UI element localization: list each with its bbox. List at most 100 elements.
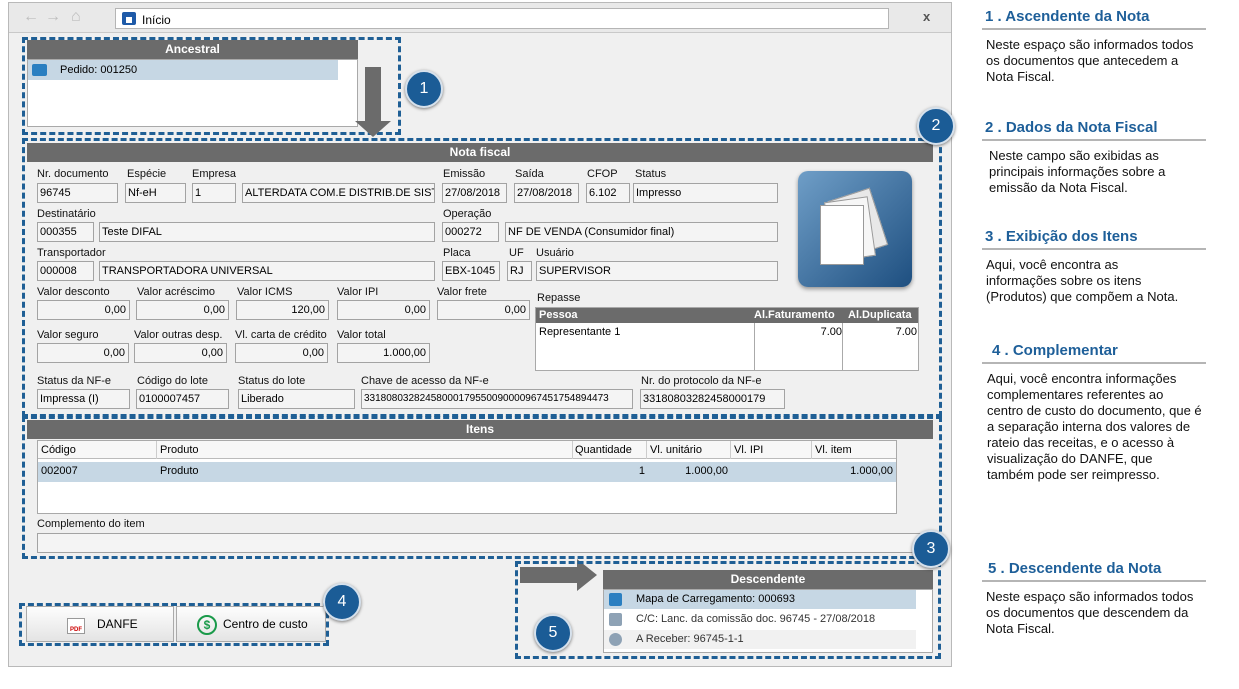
destinatario-code-field[interactable]: 000355 (37, 222, 94, 242)
valor-frete-field[interactable]: 0,00 (437, 300, 530, 320)
label-status-nfe: Status da NF-e (37, 375, 111, 387)
itens-col-vl-ipi: Vl. IPI (734, 444, 764, 456)
label-uf: UF (509, 247, 524, 259)
badge-5: 5 (534, 614, 572, 652)
danfe-button-label: DANFE (97, 617, 138, 631)
label-valor-ipi: Valor IPI (337, 286, 379, 298)
itens-col-quantidade: Quantidade (575, 444, 632, 456)
destinatario-name-field[interactable]: Teste DIFAL (99, 222, 435, 242)
codigo-lote-field[interactable]: 0100007457 (136, 389, 229, 409)
emissao-field[interactable]: 27/08/2018 (442, 183, 507, 203)
highlight-1 (22, 37, 401, 135)
label-protocolo: Nr. do protocolo da NF-e (641, 375, 762, 387)
status-lote-field[interactable]: Liberado (238, 389, 355, 409)
label-valor-seguro: Valor seguro (37, 329, 99, 341)
danfe-button[interactable]: PDF DANFE (26, 606, 174, 642)
label-nr-documento: Nr. documento (37, 168, 109, 180)
vl-carta-field[interactable]: 0,00 (235, 343, 328, 363)
valor-icms-field[interactable]: 120,00 (236, 300, 329, 320)
help-text-4: Aqui, você encontra informações compleme… (987, 371, 1202, 482)
valor-ipi-field[interactable]: 0,00 (337, 300, 430, 320)
cfop-field[interactable]: 6.102 (586, 183, 630, 203)
empresa-name-field[interactable]: ALTERDATA COM.E DISTRIB.DE SIST (242, 183, 435, 203)
home-icon[interactable]: ⌂ (71, 9, 81, 25)
usuario-field[interactable]: SUPERVISOR (536, 261, 778, 281)
transportador-name-field[interactable]: TRANSPORTADORA UNIVERSAL (99, 261, 435, 281)
chave-field[interactable]: 3318080328245800017955009000096745175489… (361, 389, 633, 409)
help-title-3: 3 . Exibição dos Itens (985, 228, 1138, 245)
item-quantidade-cell: 1 (638, 465, 645, 477)
badge-1: 1 (405, 70, 443, 108)
dollar-icon: $ (197, 615, 217, 635)
uf-field[interactable]: RJ (507, 261, 532, 281)
label-empresa: Empresa (192, 168, 237, 180)
item-codigo-cell: 002007 (41, 465, 78, 477)
status-field[interactable]: Impresso (633, 183, 778, 203)
label-valor-total: Valor total (337, 329, 386, 341)
valor-outras-field[interactable]: 0,00 (134, 343, 227, 363)
label-complemento: Complemento do item (37, 518, 145, 530)
help-text-5: Neste espaço são informados todos os doc… (986, 589, 1194, 636)
label-usuario: Usuário (536, 247, 574, 259)
valor-desconto-field[interactable]: 0,00 (37, 300, 130, 320)
label-chave: Chave de acesso da NF-e (361, 375, 489, 387)
label-destinatario: Destinatário (37, 208, 96, 220)
itens-col-vl-item: Vl. item (815, 444, 852, 456)
help-title-4: 4 . Complementar (992, 342, 1118, 359)
badge-3: 3 (912, 530, 950, 568)
saida-field[interactable]: 27/08/2018 (514, 183, 579, 203)
badge-4: 4 (323, 583, 361, 621)
itens-col-produto: Produto (160, 444, 199, 456)
placa-field[interactable]: EBX-1045 (442, 261, 500, 281)
itens-col-vl-unitario: Vl. unitário (650, 444, 702, 456)
repasse-col-duplicata: Al.Duplicata (848, 309, 912, 321)
nr-documento-field[interactable]: 96745 (37, 183, 118, 203)
valor-seguro-field[interactable]: 0,00 (37, 343, 129, 363)
label-saida: Saída (515, 168, 544, 180)
badge-2: 2 (917, 107, 955, 145)
complemento-field[interactable] (37, 533, 932, 553)
item-vl-item-cell: 1.000,00 (850, 465, 893, 477)
home-tab-icon (122, 12, 136, 25)
label-status-lote: Status do lote (238, 375, 306, 387)
address-bar[interactable]: Início (115, 8, 889, 29)
empresa-code-field[interactable]: 1 (192, 183, 236, 203)
transportador-code-field[interactable]: 000008 (37, 261, 94, 281)
status-nfe-field[interactable]: Impressa (I) (37, 389, 130, 409)
label-valor-outras: Valor outras desp. (134, 329, 223, 341)
item-vl-unitario-cell: 1.000,00 (685, 465, 728, 477)
itens-row[interactable]: 002007 Produto 1 1.000,00 1.000,00 (38, 462, 896, 482)
repasse-pessoa-cell: Representante 1 (539, 326, 621, 338)
forward-arrow-icon[interactable]: → (45, 9, 61, 25)
operacao-name-field[interactable]: NF DE VENDA (Consumidor final) (505, 222, 778, 242)
browser-toolbar: ← → ⌂ Início x (9, 3, 951, 33)
valor-acrescimo-field[interactable]: 0,00 (136, 300, 229, 320)
label-valor-desconto: Valor desconto (37, 286, 110, 298)
label-valor-icms: Valor ICMS (237, 286, 293, 298)
label-codigo-lote: Código do lote (137, 375, 208, 387)
label-vl-carta: Vl. carta de crédito (235, 329, 327, 341)
operacao-code-field[interactable]: 000272 (442, 222, 499, 242)
help-text-3: Aqui, você encontra as informações sobre… (986, 257, 1179, 304)
centro-de-custo-button[interactable]: $ Centro de custo (176, 606, 326, 642)
itens-table: Código Produto Quantidade Vl. unitário V… (37, 440, 897, 514)
label-transportador: Transportador (37, 247, 106, 259)
help-title-2: 2 . Dados da Nota Fiscal (985, 119, 1158, 136)
back-arrow-icon[interactable]: ← (23, 9, 39, 25)
help-text-2: Neste campo são exibidas as principais i… (989, 148, 1166, 195)
highlight-5 (515, 561, 941, 659)
label-valor-frete: Valor frete (437, 286, 487, 298)
especie-field[interactable]: Nf-eH (125, 183, 186, 203)
arrow-down-head (355, 121, 391, 137)
label-status: Status (635, 168, 667, 180)
valor-total-field[interactable]: 1.000,00 (337, 343, 430, 363)
repasse-faturamento-cell: 7.00 (820, 326, 842, 338)
itens-col-codigo: Código (41, 444, 76, 456)
pdf-icon: PDF (67, 618, 85, 634)
close-icon[interactable]: x (923, 9, 930, 24)
repasse-duplicata-cell: 7.00 (895, 326, 917, 338)
help-title-1: 1 . Ascendente da Nota (985, 8, 1150, 25)
repasse-col-pessoa: Pessoa (539, 309, 578, 321)
protocolo-field[interactable]: 3318080328245800017​9 (640, 389, 785, 409)
help-title-5: 5 . Descendente da Nota (988, 560, 1162, 577)
